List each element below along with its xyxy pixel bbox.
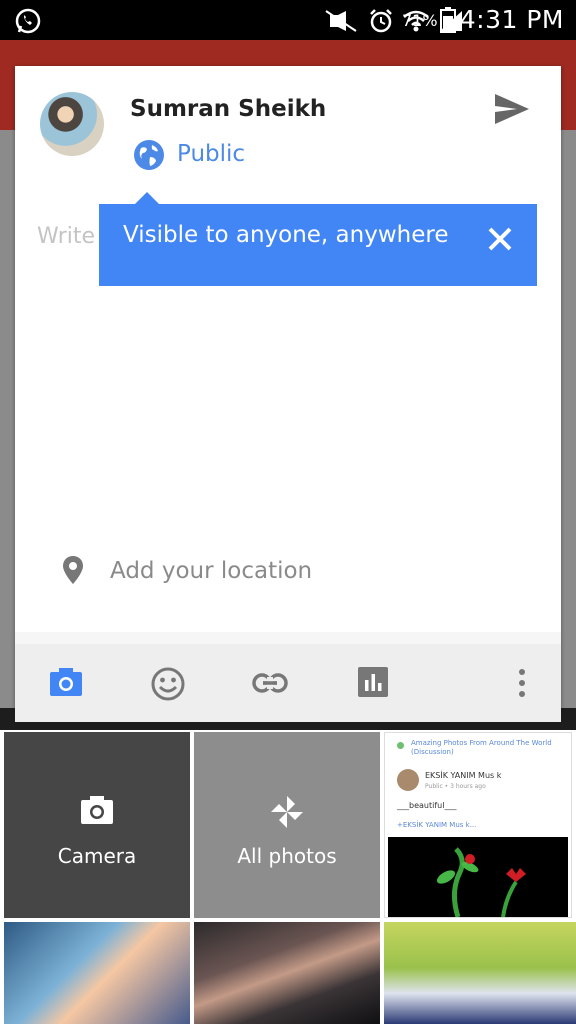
add-location-button[interactable]: Add your location — [110, 558, 312, 584]
privacy-tooltip: Visible to anyone, anywhere — [99, 192, 537, 286]
camera-tile[interactable]: Camera — [4, 732, 190, 918]
community-dot — [397, 742, 404, 749]
camera-tile-icon — [81, 796, 113, 824]
plant-photo — [388, 837, 568, 917]
post-preview-user: EKSİK YANIM Mus k — [425, 771, 502, 780]
battery-icon — [440, 7, 456, 33]
battery-percent: 71% — [402, 11, 438, 30]
all-photos-label: All photos — [237, 844, 337, 868]
post-text-input[interactable]: Write — [37, 224, 95, 249]
composer-toolbar — [15, 632, 561, 722]
whatsapp-icon — [15, 8, 41, 34]
user-name: Sumran Sheikh — [130, 96, 327, 122]
close-icon[interactable] — [487, 226, 513, 252]
link-icon[interactable] — [252, 672, 288, 694]
preview-avatar — [397, 769, 419, 791]
post-preview-tag: +EKSİK YANIM Mus k... — [397, 821, 477, 829]
clock: 4:31 PM — [459, 5, 564, 34]
photo-thumbnail[interactable] — [194, 922, 380, 1024]
plant-illustration — [436, 847, 526, 917]
post-preview-text: ___beautiful___ — [397, 801, 457, 810]
send-icon[interactable] — [493, 92, 531, 126]
photo-gallery: Camera All photos Amazing Photos From Ar… — [0, 730, 576, 1024]
more-vert-icon[interactable] — [518, 668, 526, 698]
camera-icon[interactable] — [49, 667, 83, 697]
post-preview-meta: Public • 3 hours ago — [425, 783, 486, 790]
location-pin-icon[interactable] — [62, 555, 84, 585]
photo-thumbnail[interactable] — [4, 922, 190, 1024]
globe-icon[interactable] — [132, 138, 166, 172]
emoji-icon[interactable] — [151, 667, 185, 701]
status-bar: 71% 4:31 PM — [0, 0, 576, 40]
pinwheel-icon — [271, 796, 303, 828]
photo-thumbnail[interactable]: Amazing Photos From Around The World (Di… — [384, 732, 572, 918]
mute-icon — [325, 10, 357, 32]
alarm-icon — [370, 9, 392, 33]
post-preview: Amazing Photos From Around The World (Di… — [385, 733, 571, 837]
post-preview-title: Amazing Photos From Around The World (Di… — [411, 739, 552, 756]
avatar — [40, 92, 104, 156]
privacy-selector[interactable]: Public — [177, 141, 245, 167]
camera-label: Camera — [57, 844, 137, 868]
all-photos-tile[interactable]: All photos — [194, 732, 380, 918]
post-composer-card: Sumran Sheikh Public Write Visible to an… — [15, 66, 561, 722]
tooltip-text: Visible to anyone, anywhere — [123, 222, 449, 248]
photo-thumbnail[interactable] — [384, 922, 576, 1024]
poll-icon[interactable] — [358, 667, 388, 697]
